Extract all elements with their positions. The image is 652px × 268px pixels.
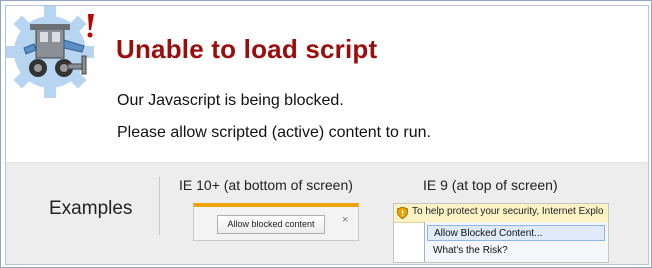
robot-gear-logo-icon (6, 6, 94, 98)
ie10-allow-blocked-content-button: Allow blocked content (217, 215, 325, 234)
ie9-caption: IE 9 (at top of screen) (423, 177, 558, 193)
close-icon: × (342, 214, 349, 226)
ie9-info-strip: To help protect your security, Internet … (394, 204, 608, 223)
ie9-infobar-image: To help protect your security, Internet … (393, 203, 609, 263)
window-frame: Unable to load script Our Javascript is … (0, 0, 652, 268)
ie9-info-text: To help protect your security, Internet … (412, 206, 604, 217)
message-line-2: Please allow scripted (active) content t… (117, 124, 431, 141)
error-panel: Unable to load script Our Javascript is … (5, 5, 649, 265)
page-title: Unable to load script (116, 34, 378, 64)
examples-divider (159, 177, 160, 235)
message-line-1: Our Javascript is being blocked. (117, 92, 344, 109)
ie9-menu-item-risk: What's the Risk? (433, 245, 508, 256)
ie9-context-menu: Allow Blocked Content... What's the Risk… (424, 222, 608, 262)
ie9-menu-item-allow: Allow Blocked Content... (427, 225, 605, 241)
ie10-notification-image: Allow blocked content × (193, 203, 359, 241)
ie10-caption: IE 10+ (at bottom of screen) (179, 177, 353, 193)
examples-label: Examples (49, 198, 133, 219)
shield-warning-icon (397, 207, 408, 219)
examples-section: Examples IE 10+ (at bottom of screen) Al… (6, 162, 648, 264)
